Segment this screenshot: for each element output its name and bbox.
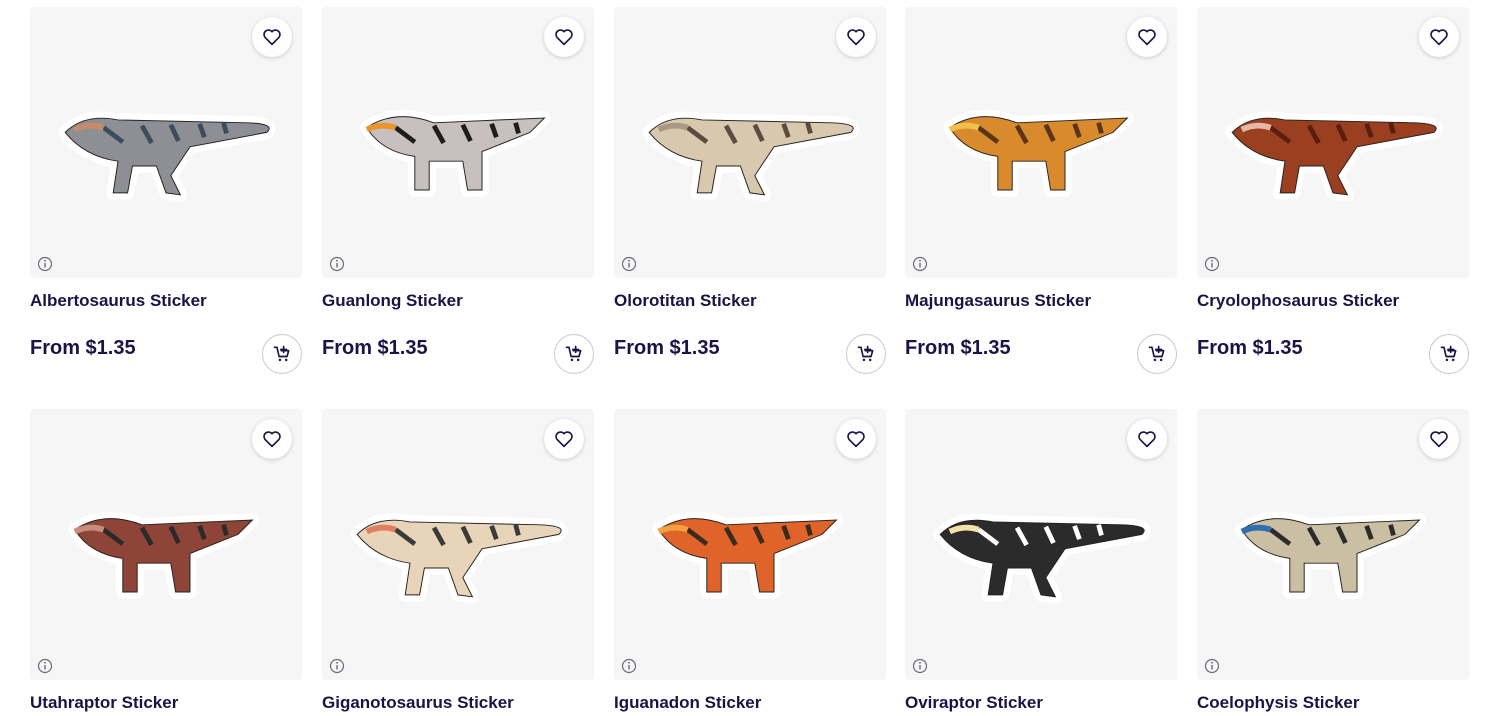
product-title[interactable]: Cryolophosaurus Sticker: [1197, 291, 1399, 311]
product-title[interactable]: Oviraptor Sticker: [905, 693, 1043, 713]
sticker-image: [68, 511, 260, 599]
info-icon: [329, 658, 345, 674]
info-button[interactable]: [1204, 256, 1220, 272]
info-icon: [329, 256, 345, 272]
info-icon: [912, 658, 928, 674]
info-icon: [1204, 658, 1220, 674]
sticker-image: [933, 513, 1151, 604]
add-to-cart-icon: [1440, 345, 1457, 362]
add-to-cart-button[interactable]: [262, 334, 302, 374]
product-thumbnail[interactable]: [1197, 409, 1469, 680]
heart-icon: [1430, 431, 1448, 448]
favorite-button[interactable]: [836, 17, 876, 57]
heart-icon: [1430, 29, 1448, 46]
sticker-image: [943, 109, 1135, 197]
product-title[interactable]: Coelophysis Sticker: [1197, 693, 1360, 713]
product-thumbnail[interactable]: [905, 7, 1177, 278]
product-thumbnail[interactable]: [322, 409, 594, 680]
product-title[interactable]: Guanlong Sticker: [322, 291, 463, 311]
favorite-button[interactable]: [252, 419, 292, 459]
heart-icon: [555, 29, 573, 46]
product-thumbnail[interactable]: [905, 409, 1177, 680]
add-to-cart-button[interactable]: [1137, 334, 1177, 374]
info-button[interactable]: [1204, 658, 1220, 674]
product-thumbnail[interactable]: [322, 7, 594, 278]
heart-icon: [847, 29, 865, 46]
heart-icon: [263, 431, 281, 448]
add-to-cart-button[interactable]: [1429, 334, 1469, 374]
add-to-cart-icon: [857, 345, 874, 362]
heart-icon: [555, 431, 573, 448]
sticker-image: [58, 111, 276, 202]
heart-icon: [847, 431, 865, 448]
heart-icon: [263, 29, 281, 46]
product-thumbnail[interactable]: [614, 409, 886, 680]
sticker-image: [1235, 511, 1427, 599]
product-thumbnail[interactable]: [30, 7, 302, 278]
product-title[interactable]: Giganotosaurus Sticker: [322, 693, 514, 713]
info-icon: [621, 256, 637, 272]
favorite-button[interactable]: [1419, 419, 1459, 459]
info-icon: [912, 256, 928, 272]
favorite-button[interactable]: [544, 419, 584, 459]
product-price: From $1.35: [1197, 337, 1303, 359]
add-to-cart-icon: [1148, 345, 1165, 362]
info-button[interactable]: [329, 658, 345, 674]
product-title[interactable]: Albertosaurus Sticker: [30, 291, 207, 311]
info-button[interactable]: [621, 256, 637, 272]
info-button[interactable]: [37, 256, 53, 272]
info-icon: [1204, 256, 1220, 272]
add-to-cart-button[interactable]: [554, 334, 594, 374]
info-button[interactable]: [912, 658, 928, 674]
info-button[interactable]: [621, 658, 637, 674]
sticker-image: [360, 109, 552, 197]
product-title[interactable]: Iguanadon Sticker: [614, 693, 761, 713]
product-thumbnail[interactable]: [614, 7, 886, 278]
info-icon: [37, 658, 53, 674]
product-title[interactable]: Utahraptor Sticker: [30, 693, 178, 713]
favorite-button[interactable]: [1419, 17, 1459, 57]
product-title[interactable]: Majungasaurus Sticker: [905, 291, 1091, 311]
favorite-button[interactable]: [836, 419, 876, 459]
product-price: From $1.35: [614, 337, 720, 359]
info-icon: [37, 256, 53, 272]
info-icon: [621, 658, 637, 674]
add-to-cart-button[interactable]: [846, 334, 886, 374]
sticker-image: [350, 513, 568, 604]
favorite-button[interactable]: [1127, 17, 1167, 57]
info-button[interactable]: [329, 256, 345, 272]
favorite-button[interactable]: [252, 17, 292, 57]
info-button[interactable]: [912, 256, 928, 272]
heart-icon: [1138, 29, 1156, 46]
product-thumbnail[interactable]: [1197, 7, 1469, 278]
product-thumbnail[interactable]: [30, 409, 302, 680]
product-title[interactable]: Olorotitan Sticker: [614, 291, 757, 311]
sticker-image: [652, 511, 844, 599]
product-price: From $1.35: [322, 337, 428, 359]
heart-icon: [1138, 431, 1156, 448]
favorite-button[interactable]: [1127, 419, 1167, 459]
add-to-cart-icon: [273, 345, 290, 362]
add-to-cart-icon: [565, 345, 582, 362]
sticker-image: [1225, 111, 1443, 202]
product-price: From $1.35: [905, 337, 1011, 359]
sticker-image: [642, 111, 860, 202]
product-price: From $1.35: [30, 337, 136, 359]
info-button[interactable]: [37, 658, 53, 674]
favorite-button[interactable]: [544, 17, 584, 57]
